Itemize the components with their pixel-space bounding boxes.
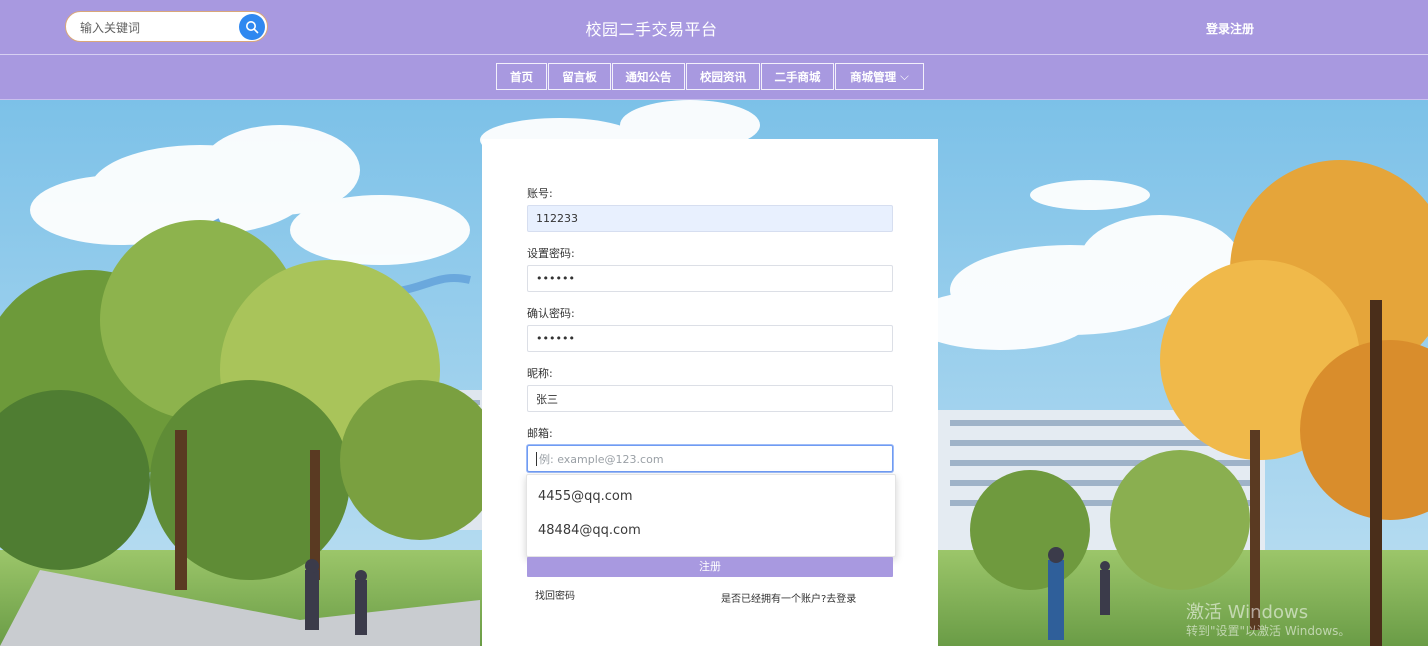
nickname-input[interactable]: 张三 <box>527 385 893 412</box>
email-input[interactable]: 例: example@123.com <box>527 445 893 472</box>
nav-item-label: 留言板 <box>562 69 597 84</box>
nav-item-label: 通知公告 <box>625 69 672 84</box>
nav-item-notices[interactable]: 通知公告 <box>612 63 685 90</box>
nav-bar: 首页 留言板 通知公告 校园资讯 二手商城 商城管理 ⌵ <box>0 55 1428 100</box>
email-suggestion-item[interactable]: 4455@qq.com <box>538 489 633 504</box>
forgot-password-link[interactable]: 找回密码 <box>535 587 575 602</box>
nav-item-label: 二手商城 <box>774 69 821 84</box>
top-bar: 校园二手交易平台 登录注册 <box>0 0 1428 55</box>
go-login-link[interactable]: 是否已经拥有一个账户?去登录 <box>721 590 856 605</box>
account-input[interactable]: 112233 <box>527 205 893 232</box>
email-autocomplete-dropdown: 4455@qq.com 48484@qq.com <box>526 474 896 557</box>
login-register-link[interactable]: 登录注册 <box>1206 20 1254 37</box>
email-suggestion-item[interactable]: 48484@qq.com <box>538 523 641 538</box>
site-title: 校园二手交易平台 <box>585 20 718 39</box>
email-placeholder: 例: example@123.com <box>539 452 664 466</box>
nickname-value: 张三 <box>536 392 558 406</box>
nav-item-home[interactable]: 首页 <box>496 63 547 90</box>
confirm-password-value: •••••• <box>536 332 575 345</box>
password-value: •••••• <box>536 272 575 285</box>
register-form-panel: 账号: 112233 设置密码: •••••• 确认密码: •••••• 昵称:… <box>482 139 938 646</box>
nav-item-campus-news[interactable]: 校园资讯 <box>686 63 760 90</box>
text-cursor <box>536 451 537 466</box>
register-button[interactable]: 注册 <box>527 557 893 577</box>
password-input[interactable]: •••••• <box>527 265 893 292</box>
nav-item-message-board[interactable]: 留言板 <box>548 63 611 90</box>
nickname-label: 昵称: <box>527 367 553 380</box>
confirm-password-label: 确认密码: <box>527 307 575 320</box>
windows-activation-watermark-title: 激活 Windows <box>1186 602 1309 623</box>
nav-item-second-hand-mall[interactable]: 二手商城 <box>761 63 834 90</box>
chevron-down-icon: ⌵ <box>900 69 909 83</box>
nav-item-label: 商城管理 <box>850 69 897 84</box>
confirm-password-input[interactable]: •••••• <box>527 325 893 352</box>
email-label: 邮箱: <box>527 427 553 440</box>
nav-item-label: 首页 <box>510 69 533 84</box>
nav-item-label: 校园资讯 <box>700 69 746 84</box>
account-value: 112233 <box>536 212 578 225</box>
password-label: 设置密码: <box>527 247 575 260</box>
main-nav: 首页 留言板 通知公告 校园资讯 二手商城 商城管理 ⌵ <box>496 63 925 90</box>
windows-activation-watermark-text: 转到"设置"以激活 Windows。 <box>1186 624 1351 638</box>
nav-item-mall-management[interactable]: 商城管理 ⌵ <box>835 63 924 90</box>
account-label: 账号: <box>527 187 553 200</box>
